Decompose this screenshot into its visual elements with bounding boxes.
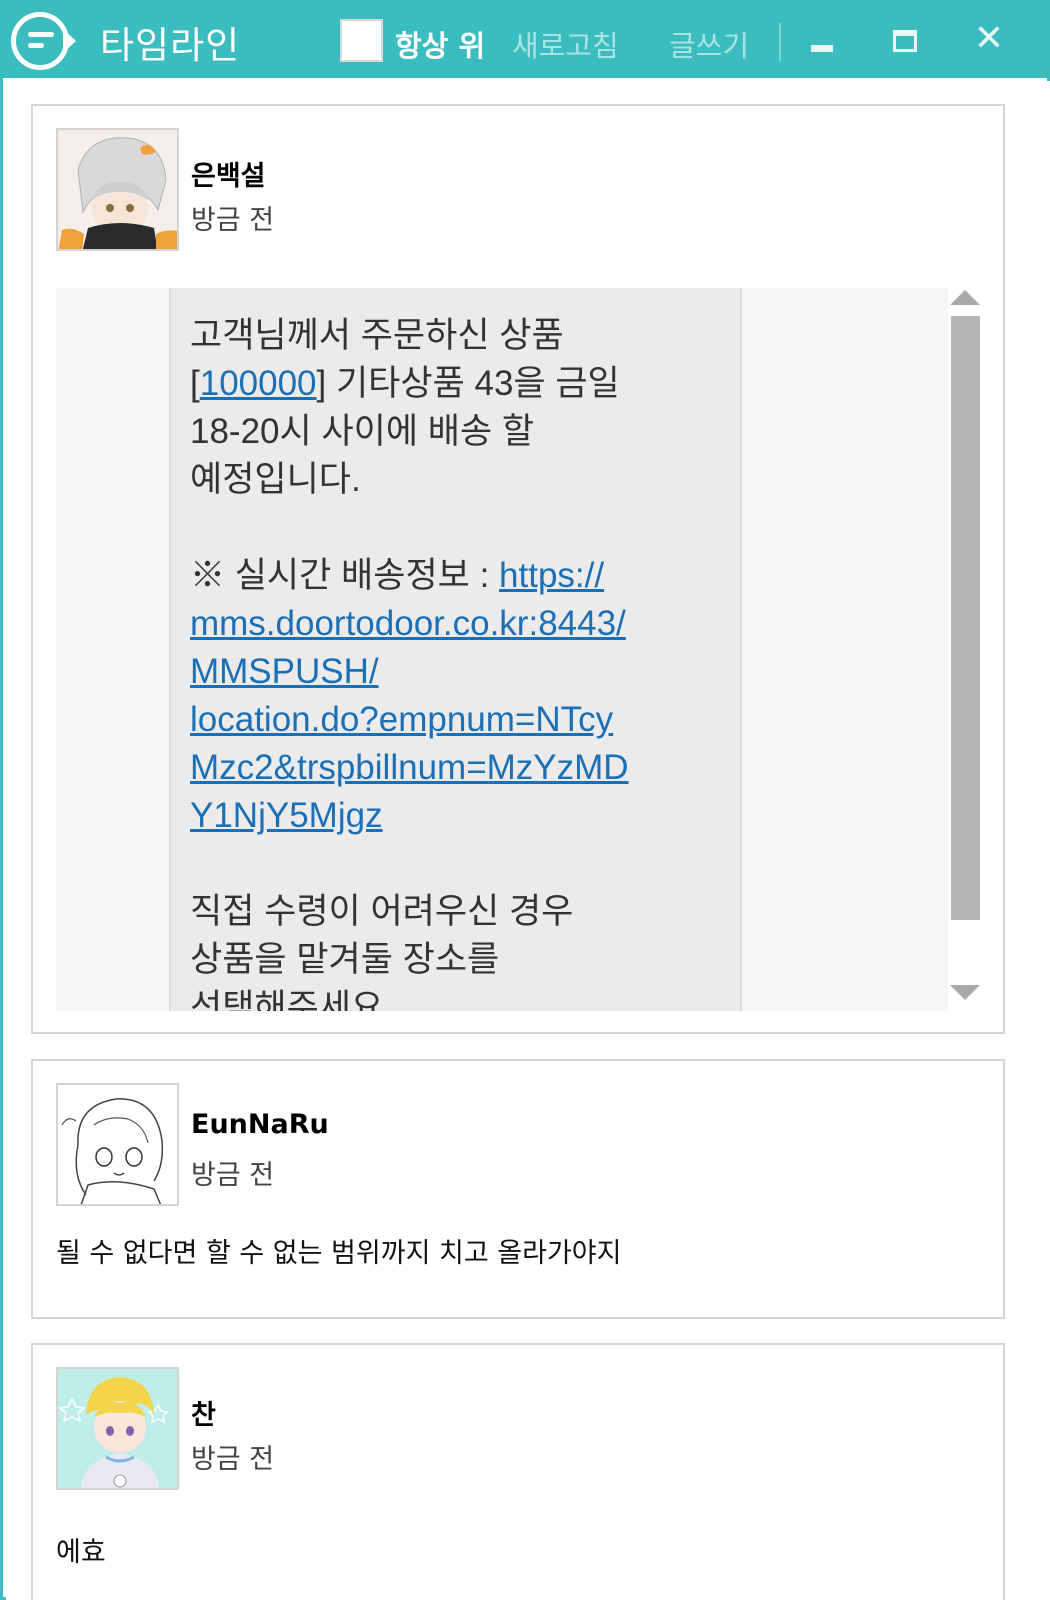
timeline-post: EunNaRu 방금 전 될 수 없다면 할 수 없는 범위까지 치고 올라가야… [31, 1059, 1005, 1319]
scroll-down-arrow-icon[interactable] [950, 985, 980, 1000]
post-time: 방금 전 [191, 1160, 275, 1191]
delivery-info-link[interactable]: Mzc2&trspbillnum=MzYzMD [190, 744, 735, 792]
delivery-info-link[interactable]: Y1NjY5Mjgz [190, 792, 735, 840]
post-author[interactable]: 은백설 [191, 154, 266, 193]
refresh-button[interactable]: 새로고침 [512, 23, 619, 65]
scroll-up-arrow-icon[interactable] [950, 290, 980, 305]
delivery-info-link[interactable]: mms.doortodoor.co.kr:8443/ [190, 600, 735, 648]
post-time: 방금 전 [191, 205, 275, 236]
delivery-info-link[interactable]: location.do?empnum=NTcy [190, 696, 735, 744]
post-author[interactable]: EunNaRu [191, 1109, 329, 1140]
maximize-icon[interactable] [893, 30, 917, 52]
post-author[interactable]: 찬 [191, 1393, 216, 1432]
avatar[interactable] [56, 1367, 179, 1490]
window-title: 타임라인 [100, 24, 241, 67]
title-bar[interactable]: 타임라인 항상 위 새로고침 글쓰기 ✕ [3, 3, 1047, 78]
sms-message-bubble: 고객님께서 주문하신 상품 [100000] 기타상품 43을 금일 18-20… [169, 288, 742, 1011]
post-text: 에효 [56, 1537, 106, 1568]
attached-image[interactable]: 고객님께서 주문하신 상품 [100000] 기타상품 43을 금일 18-20… [56, 288, 948, 1011]
titlebar-divider [779, 23, 781, 61]
delivery-info-link[interactable]: MMSPUSH/ [190, 648, 735, 696]
always-on-top-label[interactable]: 항상 위 [395, 23, 485, 65]
timeline-post: 은백설 방금 전 고객님께서 주문하신 상품 [100000] 기타상품 43을… [31, 104, 1005, 1034]
minimize-icon[interactable] [811, 45, 833, 52]
timeline-feed[interactable]: 은백설 방금 전 고객님께서 주문하신 상품 [100000] 기타상품 43을… [6, 81, 1050, 1600]
timeline-window: 타임라인 항상 위 새로고침 글쓰기 ✕ 은백설 방금 전 고객님께서 주문하신… [0, 0, 1050, 1600]
app-logo-icon [11, 12, 76, 70]
sms-message-text: 고객님께서 주문하신 상품 [100000] 기타상품 43을 금일 18-20… [190, 312, 735, 1011]
timeline-post: 찬 방금 전 에효 [31, 1343, 1005, 1600]
delivery-info-link[interactable]: https:// [499, 556, 604, 595]
always-on-top-checkbox[interactable] [340, 19, 383, 62]
image-scrollbar[interactable] [948, 288, 988, 1011]
avatar[interactable] [56, 128, 179, 251]
post-time: 방금 전 [191, 1444, 275, 1475]
scrollbar-thumb[interactable] [951, 316, 980, 920]
close-icon[interactable]: ✕ [969, 19, 1009, 59]
avatar[interactable] [56, 1083, 179, 1206]
tracking-number-link[interactable]: 100000 [200, 364, 317, 403]
post-text: 될 수 없다면 할 수 없는 범위까지 치고 올라가야지 [56, 1238, 622, 1269]
write-button[interactable]: 글쓰기 [669, 23, 749, 65]
